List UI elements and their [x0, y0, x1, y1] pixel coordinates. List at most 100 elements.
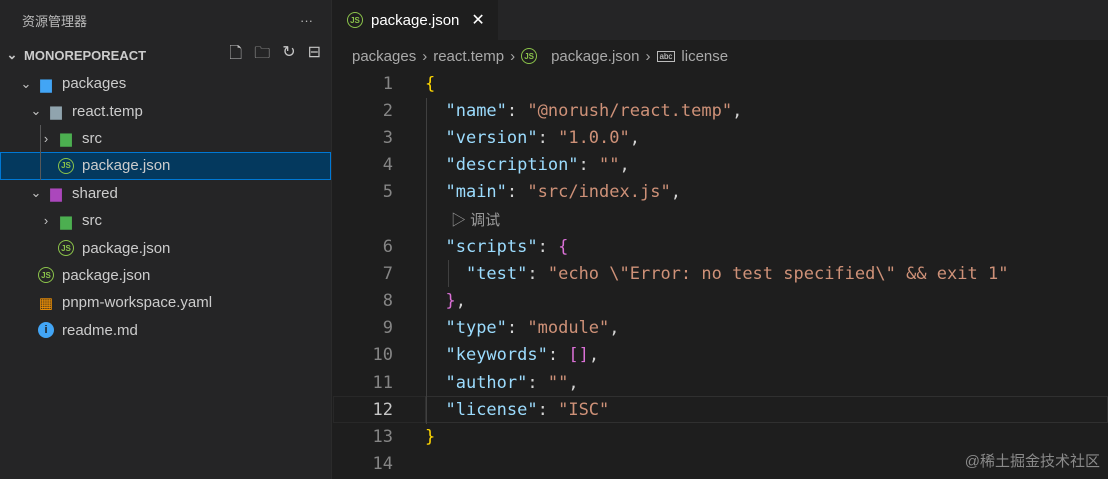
tree-item[interactable]: ⌄ ▆ shared [0, 180, 331, 207]
line-number: 1 [382, 73, 393, 94]
close-icon[interactable]: ✕ [471, 10, 484, 30]
code-text: "version": "1.0.0", [425, 128, 640, 148]
tree-item[interactable]: ▦ pnpm-workspace.yaml [0, 289, 331, 316]
line-number: 10 [372, 345, 393, 366]
breadcrumb-item[interactable]: react.temp [433, 48, 504, 65]
line-number: 3 [382, 127, 393, 148]
tree-item-label: pnpm-workspace.yaml [62, 294, 213, 312]
more-actions-button[interactable]: ··· [300, 13, 313, 28]
token: "src/index.js" [527, 182, 671, 203]
tree-item[interactable]: i readme.md [0, 317, 331, 344]
tree-item-label: react.temp [72, 102, 143, 120]
token: "test" [465, 263, 528, 284]
new-folder-icon[interactable]: 🗀 [254, 42, 270, 69]
codelens-label: 调试 [470, 212, 501, 230]
code-line: 13} [333, 423, 1108, 450]
token: "" [547, 372, 569, 393]
breadcrumb-item[interactable]: package.json [551, 48, 639, 65]
token: : [506, 318, 528, 339]
breadcrumb-item[interactable]: license [681, 48, 728, 65]
token: [] [568, 345, 589, 366]
indent-guide [40, 125, 41, 180]
tab-package-json[interactable]: JS package.json ✕ [333, 0, 498, 40]
breadcrumb-item[interactable]: packages [352, 48, 416, 65]
code-text: "name": "@norush/react.temp", [425, 101, 742, 121]
code-line: 5 "main": "src/index.js", [333, 179, 1108, 206]
tree-item[interactable]: ⌄ ▆ react.temp [0, 97, 331, 124]
workspace-header[interactable]: ⌄ MONOREPOREACT 🗋 🗀 ↻ ⊟ [0, 40, 331, 70]
tree-item-label: src [82, 129, 102, 147]
tree-item-label: package.json [82, 239, 171, 257]
chevron-down-icon: ⌄ [30, 103, 42, 119]
string-property-icon: abc [656, 50, 676, 62]
code-text: "keywords": [], [425, 345, 599, 365]
code-text: "author": "", [425, 372, 579, 393]
yaml-icon: ▦ [38, 294, 54, 312]
tree-item[interactable]: › ▆ src [0, 207, 331, 234]
token: "1.0.0" [558, 127, 630, 148]
tree-item-label: package.json [62, 266, 151, 284]
chevron-down-icon: ⌄ [6, 47, 18, 62]
token: "keywords" [445, 345, 548, 366]
token: "module" [527, 318, 610, 339]
code-editor[interactable]: 1{2 "name": "@norush/react.temp", 3 "vers… [333, 70, 1108, 478]
chevron-down-icon: ⌄ [30, 185, 42, 201]
token: "name" [445, 100, 507, 121]
code-line: 11 "author": "", [333, 369, 1108, 396]
folder-shared-icon: ▆ [50, 185, 62, 203]
line-number: 14 [372, 454, 393, 475]
tree-item[interactable]: JS package.json [0, 152, 331, 180]
line-number: 7 [382, 263, 393, 284]
chevron-right-icon: › [645, 47, 651, 65]
explorer-sidebar: 资源管理器 ··· ⌄ MONOREPOREACT 🗋 🗀 ↻ ⊟ ⌄ ▆ pack… [0, 0, 332, 479]
code-text: "main": "src/index.js", [425, 182, 680, 203]
token: : [578, 155, 600, 176]
token: : [527, 263, 548, 284]
collapse-all-icon[interactable]: ⊟ [308, 42, 321, 69]
tree-item[interactable]: › ▆ src [0, 125, 331, 152]
token: , [568, 372, 579, 393]
code-text: } [425, 427, 435, 447]
debug-codelens[interactable]: ▷ 调试 [451, 209, 500, 230]
chevron-right-icon: › [510, 47, 516, 65]
folder-packages-icon: ▆ [40, 75, 52, 93]
tree-item-label: packages [62, 75, 127, 93]
line-number: 12 [372, 399, 393, 420]
token: "" [599, 155, 620, 176]
code-line: 1{ [333, 70, 1108, 97]
code-line: 4 "description": "", [333, 152, 1108, 179]
code-text: "license": "ISC" [425, 400, 609, 420]
chevron-right-icon: › [43, 213, 49, 229]
play-icon: ▷ [451, 212, 471, 230]
token: , [609, 318, 620, 339]
refresh-icon[interactable]: ↻ [282, 42, 295, 69]
tab-label: package.json [371, 11, 460, 29]
folder-open-icon: ▆ [50, 103, 62, 121]
token: , [455, 291, 466, 312]
file-tree: ⌄ ▆ packages ⌄ ▆ react.temp › ▆ src JS package.jso… [0, 70, 331, 344]
token: , [629, 127, 640, 148]
code-text: "test": "echo \"Error: no test specified… [425, 264, 1008, 284]
code-line: ▷ 调试 [333, 206, 1108, 233]
token: : [537, 127, 559, 148]
json-icon: JS [38, 267, 54, 284]
tree-item[interactable]: JS package.json [0, 234, 331, 261]
tree-item[interactable]: ⌄ ▆ packages [0, 70, 331, 97]
code-line: 3 "version": "1.0.0", [333, 124, 1108, 151]
token: "main" [445, 182, 507, 203]
new-file-icon[interactable]: 🗋 [229, 42, 242, 69]
breadcrumb: packages › react.temp › JS package.json › a… [352, 44, 728, 68]
info-icon: i [38, 322, 54, 339]
token: { [558, 236, 569, 257]
tree-item[interactable]: JS package.json [0, 262, 331, 289]
code-line: 12 "license": "ISC" [333, 396, 1108, 424]
tree-item-label: shared [72, 184, 118, 202]
